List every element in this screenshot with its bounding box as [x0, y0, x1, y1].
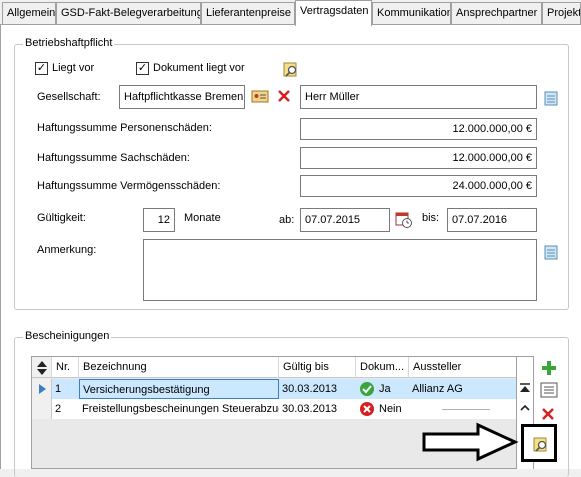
company-field[interactable]: Haftpflichtkasse Bremen — [119, 85, 245, 109]
to-label: bis: — [422, 212, 440, 224]
document-label: Dokument liegt vor — [153, 62, 245, 74]
column-header-doc[interactable]: Dokum... — [356, 357, 409, 378]
from-date-field[interactable]: 07.07.2015 — [300, 208, 390, 232]
tab-bar: Allgemein GSD-Fakt-Belegverarbeitung Lie… — [0, 0, 581, 26]
table-row[interactable]: 2 Freistellungsbescheinungen Steuerabzug… — [32, 399, 516, 419]
row-indicator[interactable] — [32, 379, 52, 399]
months-label: Monate — [184, 212, 221, 224]
liability-title: Betriebshaftpflicht — [23, 37, 115, 49]
from-label: ab: — [279, 214, 295, 226]
issuer-placeholder-line — [442, 409, 490, 410]
address-card-icon[interactable] — [251, 89, 269, 104]
scroll-top-icon[interactable] — [518, 381, 532, 395]
certificates-title: Bescheinigungen — [23, 330, 112, 342]
add-icon[interactable] — [541, 360, 557, 376]
sort-arrows-icon — [36, 361, 47, 375]
tab-vertragsdaten[interactable]: Vertragsdaten — [295, 0, 372, 26]
property-field[interactable]: 12.000.000,00 € — [300, 147, 537, 169]
financial-label: Haftungssumme Vermögensschäden: — [37, 180, 221, 192]
arrow-right-icon — [422, 422, 519, 462]
company-label: Gesellschaft: — [37, 91, 101, 103]
cell-doc: Nein — [379, 403, 402, 415]
cell-valid: 30.03.2013 — [282, 383, 338, 395]
table-row[interactable]: 1 Versicherungsbestätigung 30.03.2013 Ja… — [32, 379, 516, 399]
tab-ansprechpartner[interactable]: Ansprechpartner — [451, 2, 542, 24]
cell-name[interactable]: Versicherungsbestätigung — [79, 379, 279, 399]
note-field[interactable] — [143, 239, 537, 301]
cell-doc: Ja — [379, 383, 391, 395]
validity-label: Gültigkeit: — [37, 212, 86, 224]
tab-kommunikation[interactable]: Kommunikation — [372, 2, 451, 24]
tab-gsd-fakt[interactable]: GSD-Fakt-Belegverarbeitung — [56, 2, 201, 24]
cell-nr: 2 — [55, 403, 62, 415]
document-checkbox[interactable]: ✓ — [136, 62, 149, 75]
remove-icon[interactable] — [540, 406, 556, 422]
notepad-icon[interactable] — [543, 90, 559, 106]
present-label: Liegt vor — [52, 62, 95, 74]
edit-list-icon[interactable] — [540, 382, 558, 398]
row-sort-header[interactable] — [32, 357, 52, 378]
tab-projekte[interactable]: Projekte — [542, 2, 581, 24]
check-icon — [360, 382, 374, 396]
column-header-valid[interactable]: Gültig bis — [279, 357, 356, 378]
note-notepad-icon[interactable] — [543, 244, 559, 260]
document-search-icon — [533, 437, 547, 452]
contact-field[interactable]: Herr Müller — [300, 85, 537, 109]
document-search-button[interactable] — [521, 424, 557, 462]
cell-nr: 1 — [55, 383, 62, 395]
column-header-nr[interactable]: Nr. — [52, 357, 79, 378]
column-header-issuer[interactable]: Aussteller — [409, 357, 516, 378]
tab-lieferantenpreise[interactable]: Lieferantenpreise — [201, 2, 295, 24]
document-search-icon[interactable] — [283, 61, 299, 77]
financial-field[interactable]: 24.000.000,00 € — [300, 175, 537, 197]
validity-months-field[interactable]: 12 — [143, 208, 175, 232]
delete-icon[interactable] — [276, 88, 292, 104]
cell-name[interactable]: Freistellungsbescheinungen Steuerabzug — [79, 399, 279, 419]
calendar-icon[interactable] — [395, 211, 413, 229]
note-label: Anmerkung: — [37, 244, 97, 256]
cell-valid: 30.03.2013 — [282, 403, 338, 415]
scroll-up-icon[interactable] — [518, 401, 532, 415]
cell-issuer: Allianz AG — [412, 383, 463, 395]
current-row-arrow-icon — [39, 384, 46, 394]
present-checkbox[interactable]: ✓ — [35, 62, 48, 75]
cross-circle-icon — [360, 402, 374, 416]
column-header-name[interactable]: Bezeichnung — [79, 357, 279, 378]
tab-allgemein[interactable]: Allgemein — [2, 2, 56, 24]
to-date-field[interactable]: 07.07.2016 — [447, 208, 537, 232]
row-indicator[interactable] — [32, 399, 52, 419]
personal-field[interactable]: 12.000.000,00 € — [300, 118, 537, 140]
property-label: Haftungssumme Sachschäden: — [37, 152, 190, 164]
personal-label: Haftungssumme Personenschäden: — [37, 122, 212, 134]
